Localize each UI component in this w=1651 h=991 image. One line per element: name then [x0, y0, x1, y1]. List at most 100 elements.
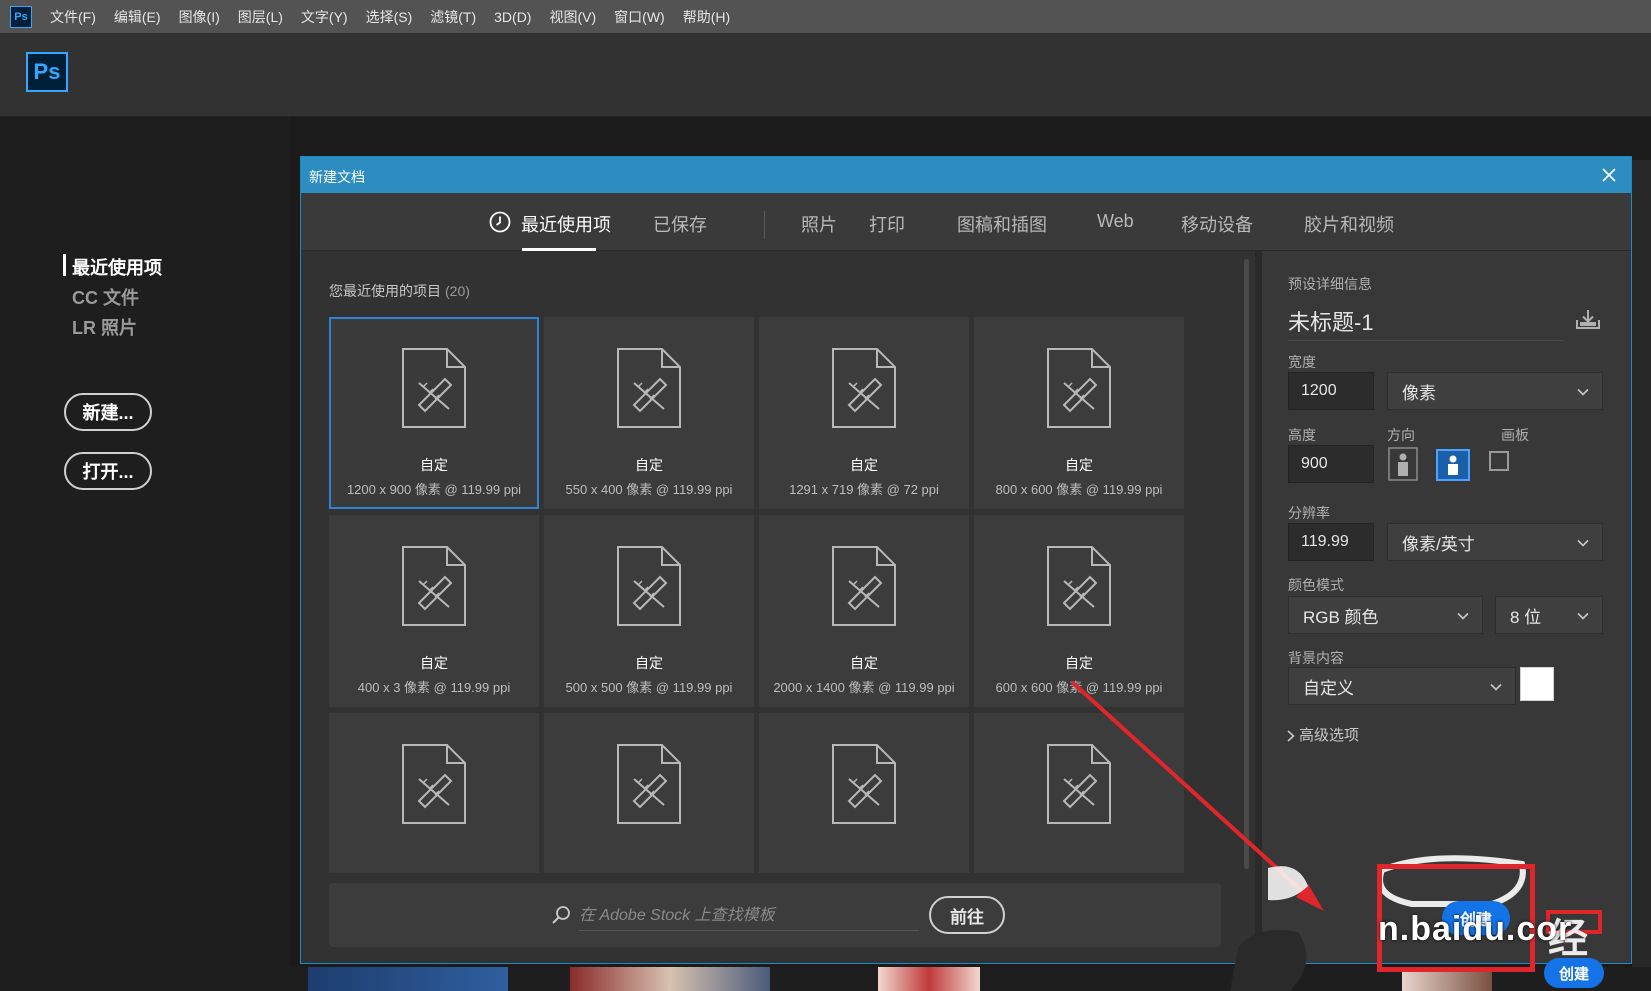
tab-print[interactable]: 打印: [869, 211, 905, 237]
preset-name: 自定: [850, 655, 878, 671]
menu-edit[interactable]: 编辑(E): [114, 7, 161, 27]
tab-divider: [764, 211, 765, 239]
menu-help[interactable]: 帮助(H): [683, 7, 730, 27]
background-label: 背景内容: [1288, 650, 1344, 666]
menu-layer[interactable]: 图层(L): [238, 7, 283, 27]
menu-filter[interactable]: 滤镜(T): [430, 7, 476, 27]
height-label: 高度: [1288, 427, 1316, 443]
preset-card[interactable]: [544, 713, 754, 873]
tab-recent[interactable]: 最近使用项: [521, 211, 611, 237]
search-icon: [552, 906, 570, 924]
document-preset-icon: [1046, 347, 1112, 429]
close-icon[interactable]: [1597, 163, 1621, 187]
preset-details-panel: 预设详细信息 未标题-1 宽度 1200 像素 高度 方向 画板 900 分辨率: [1262, 251, 1631, 963]
menu-file[interactable]: 文件(F): [50, 7, 96, 27]
tab-web[interactable]: Web: [1097, 211, 1134, 232]
dialog-title-bar: 新建文档: [301, 157, 1631, 193]
save-preset-icon[interactable]: [1574, 307, 1602, 331]
background-select[interactable]: 自定义: [1288, 667, 1516, 705]
document-name-field[interactable]: 未标题-1: [1288, 305, 1564, 341]
open-button[interactable]: 打开...: [64, 452, 152, 490]
nav-recent[interactable]: 最近使用项: [72, 254, 162, 280]
photoshop-logo: Ps: [26, 52, 68, 92]
tab-film-video[interactable]: 胶片和视频: [1304, 211, 1394, 237]
background-color-swatch[interactable]: [1520, 667, 1554, 701]
resolution-unit-select[interactable]: 像素/英寸: [1387, 523, 1603, 561]
preset-card[interactable]: [329, 713, 539, 873]
new-button[interactable]: 新建...: [64, 393, 152, 431]
start-sidebar: 最近使用项 CC 文件 LR 照片 新建... 打开...: [0, 117, 290, 991]
document-preset-icon: [831, 743, 897, 825]
nav-cc-files[interactable]: CC 文件: [72, 284, 139, 310]
document-preset-icon: [616, 347, 682, 429]
menu-view[interactable]: 视图(V): [549, 7, 596, 27]
height-input[interactable]: 900: [1288, 445, 1374, 483]
preset-name: 自定: [420, 457, 448, 473]
new-document-dialog: 新建文档 最近使用项 已保存 照片 打印 图稿和插图 Web 移动设备 胶片和视…: [300, 156, 1632, 964]
menu-3d[interactable]: 3D(D): [494, 9, 531, 25]
preset-card[interactable]: 自定 400 x 3 像素 @ 119.99 ppi: [329, 515, 539, 707]
recent-count: (20): [445, 283, 470, 299]
preset-name: 自定: [635, 457, 663, 473]
preset-name: 自定: [1065, 457, 1093, 473]
recent-file-thumbnail[interactable]: [308, 967, 508, 991]
landscape-orientation-icon[interactable]: [1436, 449, 1470, 481]
color-mode-select[interactable]: RGB 颜色: [1288, 596, 1483, 634]
preset-card[interactable]: [759, 713, 969, 873]
document-preset-icon: [616, 743, 682, 825]
preset-card[interactable]: [974, 713, 1184, 873]
preset-size: 400 x 3 像素 @ 119.99 ppi: [357, 680, 511, 695]
document-preset-icon: [1046, 545, 1112, 627]
artboard-checkbox[interactable]: [1489, 451, 1509, 471]
width-label: 宽度: [1288, 354, 1316, 370]
preset-size: 2000 x 1400 像素 @ 119.99 ppi: [773, 680, 955, 695]
recent-file-thumbnail[interactable]: [570, 967, 770, 991]
artboard-label: 画板: [1501, 427, 1529, 443]
chevron-down-icon: [1457, 612, 1469, 620]
advanced-options-label: 高级选项: [1299, 727, 1360, 744]
chevron-right-icon: [1287, 730, 1295, 742]
menu-type[interactable]: 文字(Y): [301, 7, 348, 27]
preset-card[interactable]: 自定 1200 x 900 像素 @ 119.99 ppi: [329, 317, 539, 509]
preset-card[interactable]: 自定 2000 x 1400 像素 @ 119.99 ppi: [759, 515, 969, 707]
preset-card[interactable]: 自定 500 x 500 像素 @ 119.99 ppi: [544, 515, 754, 707]
preset-card[interactable]: 自定 800 x 600 像素 @ 119.99 ppi: [974, 317, 1184, 509]
width-unit-select[interactable]: 像素: [1387, 372, 1603, 410]
tab-art-illustration[interactable]: 图稿和插图: [957, 211, 1047, 237]
go-button[interactable]: 前往: [929, 896, 1005, 934]
preset-size: 600 x 600 像素 @ 119.99 ppi: [995, 680, 1163, 695]
preset-category-tabs: 最近使用项 已保存 照片 打印 图稿和插图 Web 移动设备 胶片和视频: [301, 193, 1631, 251]
tab-photo[interactable]: 照片: [801, 211, 837, 237]
preset-name: 自定: [420, 655, 448, 671]
recent-heading: 您最近使用的项目 (20): [329, 281, 470, 301]
width-input[interactable]: 1200: [1288, 372, 1374, 410]
create-button-duplicate[interactable]: 创建: [1544, 958, 1604, 988]
watermark-text: n.baidu.cor: [1378, 910, 1573, 948]
chevron-down-icon: [1577, 539, 1589, 547]
nav-lr-photos[interactable]: LR 照片: [72, 314, 137, 340]
bit-depth-select[interactable]: 8 位: [1495, 596, 1603, 634]
stock-search-input[interactable]: [579, 901, 919, 931]
advanced-options-toggle[interactable]: 高级选项: [1286, 724, 1359, 745]
panel-divider: [1255, 251, 1262, 963]
scrollbar[interactable]: [1244, 259, 1249, 869]
resolution-label: 分辨率: [1288, 505, 1330, 521]
menu-window[interactable]: 窗口(W): [614, 7, 665, 27]
menu-bar: Ps 文件(F) 编辑(E) 图像(I) 图层(L) 文字(Y) 选择(S) 滤…: [0, 0, 1651, 33]
document-preset-icon: [831, 347, 897, 429]
tab-mobile[interactable]: 移动设备: [1181, 211, 1253, 237]
tab-saved[interactable]: 已保存: [653, 211, 707, 237]
preset-card[interactable]: 自定 600 x 600 像素 @ 119.99 ppi: [974, 515, 1184, 707]
resolution-input[interactable]: 119.99: [1288, 523, 1374, 561]
options-bar: Ps: [0, 33, 1651, 117]
menu-image[interactable]: 图像(I): [179, 7, 220, 27]
color-mode-value: RGB 颜色: [1303, 607, 1379, 627]
preset-size: 1200 x 900 像素 @ 119.99 ppi: [346, 482, 522, 497]
preset-card[interactable]: 自定 550 x 400 像素 @ 119.99 ppi: [544, 317, 754, 509]
menu-select[interactable]: 选择(S): [366, 7, 413, 27]
preset-card[interactable]: 自定 1291 x 719 像素 @ 72 ppi: [759, 317, 969, 509]
orientation-label: 方向: [1387, 427, 1415, 443]
recent-file-thumbnail[interactable]: [878, 967, 980, 991]
portrait-orientation-icon[interactable]: [1388, 447, 1418, 481]
nav-active-indicator: [63, 254, 66, 276]
